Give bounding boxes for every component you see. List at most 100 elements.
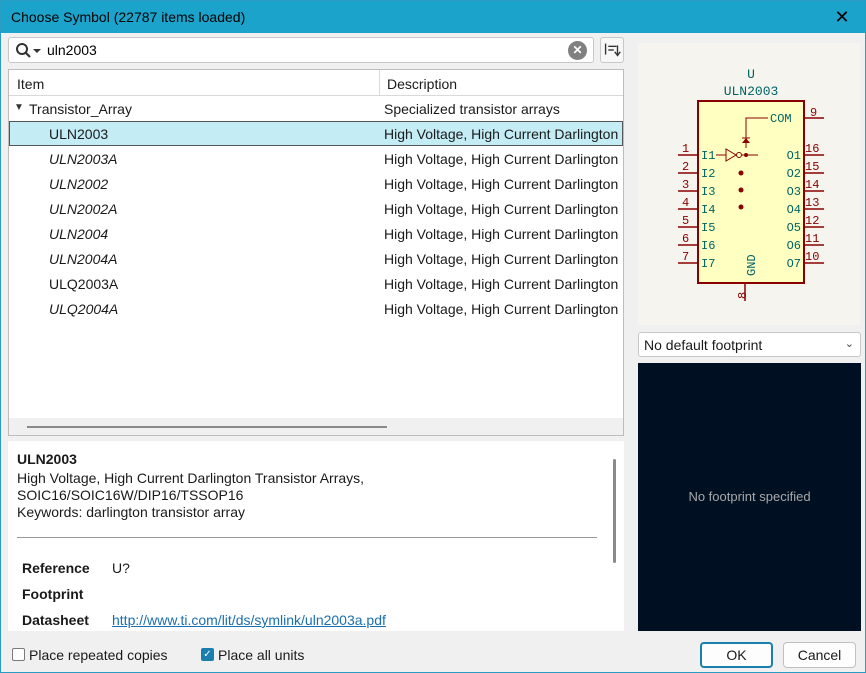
- footprint-message: No footprint specified: [688, 489, 811, 504]
- window-title: Choose Symbol (22787 items loaded): [11, 9, 246, 25]
- symbol-name: ULN2002: [49, 176, 109, 192]
- output-pin-number: 13: [805, 196, 819, 210]
- checkmark-icon[interactable]: ✓: [201, 648, 214, 661]
- column-separator[interactable]: [379, 70, 380, 96]
- search-icon[interactable]: [15, 42, 43, 60]
- details-divider: [17, 537, 597, 538]
- symbol-description: High Voltage, High Current Darlington: [384, 226, 619, 242]
- input-pin-number: 4: [682, 196, 689, 210]
- search-input[interactable]: [47, 41, 567, 59]
- input-pin-number: 2: [682, 160, 689, 174]
- ellipsis-dot: [738, 204, 744, 210]
- input-pin-label: I7: [701, 257, 715, 271]
- reference-label: Reference: [22, 560, 90, 576]
- symbol-name: ULN2003A: [49, 151, 118, 167]
- output-pin-label: O6: [787, 239, 801, 253]
- datasheet-label: Datasheet: [22, 612, 89, 628]
- footprint-select-value: No default footprint: [644, 337, 763, 353]
- sort-icon: [604, 43, 621, 57]
- table-row[interactable]: ULN2004A High Voltage, High Current Darl…: [9, 246, 623, 271]
- symbol-description: High Voltage, High Current Darlington: [384, 151, 619, 167]
- tree-group-row[interactable]: ▼ Transistor_Array Specialized transisto…: [9, 96, 623, 121]
- input-pin-number: 5: [682, 214, 689, 228]
- table-row[interactable]: ULN2003 High Voltage, High Current Darli…: [9, 121, 623, 146]
- symbol-name: ULQ2004A: [49, 301, 119, 317]
- sort-button[interactable]: [600, 37, 624, 63]
- horizontal-scrollbar[interactable]: [9, 418, 623, 435]
- symbol-description: High Voltage, High Current Darlington: [384, 301, 619, 317]
- search-box: ✕: [8, 37, 594, 63]
- table-row[interactable]: ULQ2004A High Voltage, High Current Darl…: [9, 296, 623, 321]
- cancel-button[interactable]: Cancel: [783, 642, 856, 668]
- input-pin-label: I5: [701, 221, 715, 235]
- input-pin-number: 3: [682, 178, 689, 192]
- symbol-description: High Voltage, High Current Darlington: [384, 126, 619, 142]
- clear-search-icon[interactable]: ✕: [568, 41, 587, 60]
- symbol-name: ULN2002A: [49, 201, 118, 217]
- input-pin-label: I3: [701, 185, 715, 199]
- column-header-description[interactable]: Description: [387, 76, 457, 92]
- output-pin-number: 11: [805, 232, 819, 246]
- output-pin-number: 12: [805, 214, 819, 228]
- symbol-tree: Item Description ▼ Transistor_Array Spec…: [8, 69, 624, 436]
- input-pin-number: 6: [682, 232, 689, 246]
- output-pin-number: 14: [805, 178, 819, 192]
- input-pin-number: 1: [682, 142, 689, 156]
- group-name: Transistor_Array: [29, 101, 132, 117]
- gnd-label: GND: [745, 254, 759, 276]
- details-panel: ULN2003 High Voltage, High Current Darli…: [8, 441, 624, 631]
- table-row[interactable]: ULN2002A High Voltage, High Current Darl…: [9, 196, 623, 221]
- reference-value: U?: [112, 560, 130, 576]
- place-repeated-label[interactable]: Place repeated copies: [29, 647, 168, 663]
- table-row[interactable]: ULN2004 High Voltage, High Current Darli…: [9, 221, 623, 246]
- input-pin-label: I1: [701, 149, 715, 163]
- symbol-reference: U: [747, 67, 755, 82]
- output-pin-number: 10: [805, 250, 819, 264]
- output-pin-label: O2: [787, 167, 801, 181]
- input-pin-label: I2: [701, 167, 715, 181]
- symbol-preview: U ULN2003 9 COM GND 8 1 I1 2 I2 3 I3 4 I4 5 I5 6: [638, 43, 860, 325]
- table-row[interactable]: ULN2002 High Voltage, High Current Darli…: [9, 171, 623, 196]
- com-pin-number: 9: [810, 106, 817, 120]
- input-pin-number: 7: [682, 250, 689, 264]
- output-pin-label: O5: [787, 221, 801, 235]
- output-pin-number: 15: [805, 160, 819, 174]
- scrollbar-thumb[interactable]: [27, 426, 387, 428]
- title-bar: Choose Symbol (22787 items loaded) ✕: [1, 1, 865, 33]
- ellipsis-dot: [738, 187, 744, 193]
- input-pin-label: I4: [701, 203, 715, 217]
- table-row[interactable]: ULQ2003A High Voltage, High Current Darl…: [9, 271, 623, 296]
- input-pin-label: I6: [701, 239, 715, 253]
- details-description-line2: SOIC16/SOIC16W/DIP16/TSSOP16: [17, 487, 244, 503]
- ellipsis-dot: [738, 170, 744, 176]
- symbol-preview-canvas: U ULN2003 9 COM GND 8 1 I1 2 I2 3 I3 4 I4 5 I5 6: [678, 67, 824, 301]
- symbol-value: ULN2003: [724, 84, 779, 99]
- ok-button[interactable]: OK: [700, 642, 773, 668]
- group-description: Specialized transistor arrays: [384, 101, 560, 117]
- choose-symbol-dialog: Choose Symbol (22787 items loaded) ✕ ✕ I…: [0, 0, 866, 673]
- symbol-description: High Voltage, High Current Darlington: [384, 251, 619, 267]
- tree-header: Item Description: [9, 70, 623, 96]
- close-icon[interactable]: ✕: [819, 1, 865, 33]
- output-pin-label: O4: [787, 203, 801, 217]
- symbol-description: High Voltage, High Current Darlington: [384, 201, 619, 217]
- details-symbol-name: ULN2003: [17, 451, 77, 467]
- place-all-units-label[interactable]: Place all units: [218, 647, 304, 663]
- output-pin-number: 16: [805, 142, 819, 156]
- footprint-label: Footprint: [22, 586, 84, 602]
- details-description-line1: High Voltage, High Current Darlington Tr…: [17, 470, 365, 486]
- column-header-item[interactable]: Item: [17, 76, 44, 92]
- symbol-description: High Voltage, High Current Darlington: [384, 176, 619, 192]
- symbol-name: ULQ2003A: [49, 276, 119, 292]
- symbol-name: ULN2004A: [49, 251, 118, 267]
- table-row[interactable]: ULN2003A High Voltage, High Current Darl…: [9, 146, 623, 171]
- vertical-scrollbar[interactable]: [613, 459, 616, 563]
- footprint-select[interactable]: No default footprint ⌄: [638, 332, 861, 357]
- chevron-down-icon[interactable]: ▼: [14, 102, 24, 113]
- chevron-down-icon: ⌄: [844, 338, 854, 350]
- footprint-preview: No footprint specified: [638, 363, 861, 631]
- details-keywords: Keywords: darlington transistor array: [17, 504, 245, 520]
- datasheet-link[interactable]: http://www.ti.com/lit/ds/symlink/uln2003…: [112, 612, 386, 628]
- checkbox-box[interactable]: [12, 648, 25, 661]
- output-pin-label: O3: [787, 185, 801, 199]
